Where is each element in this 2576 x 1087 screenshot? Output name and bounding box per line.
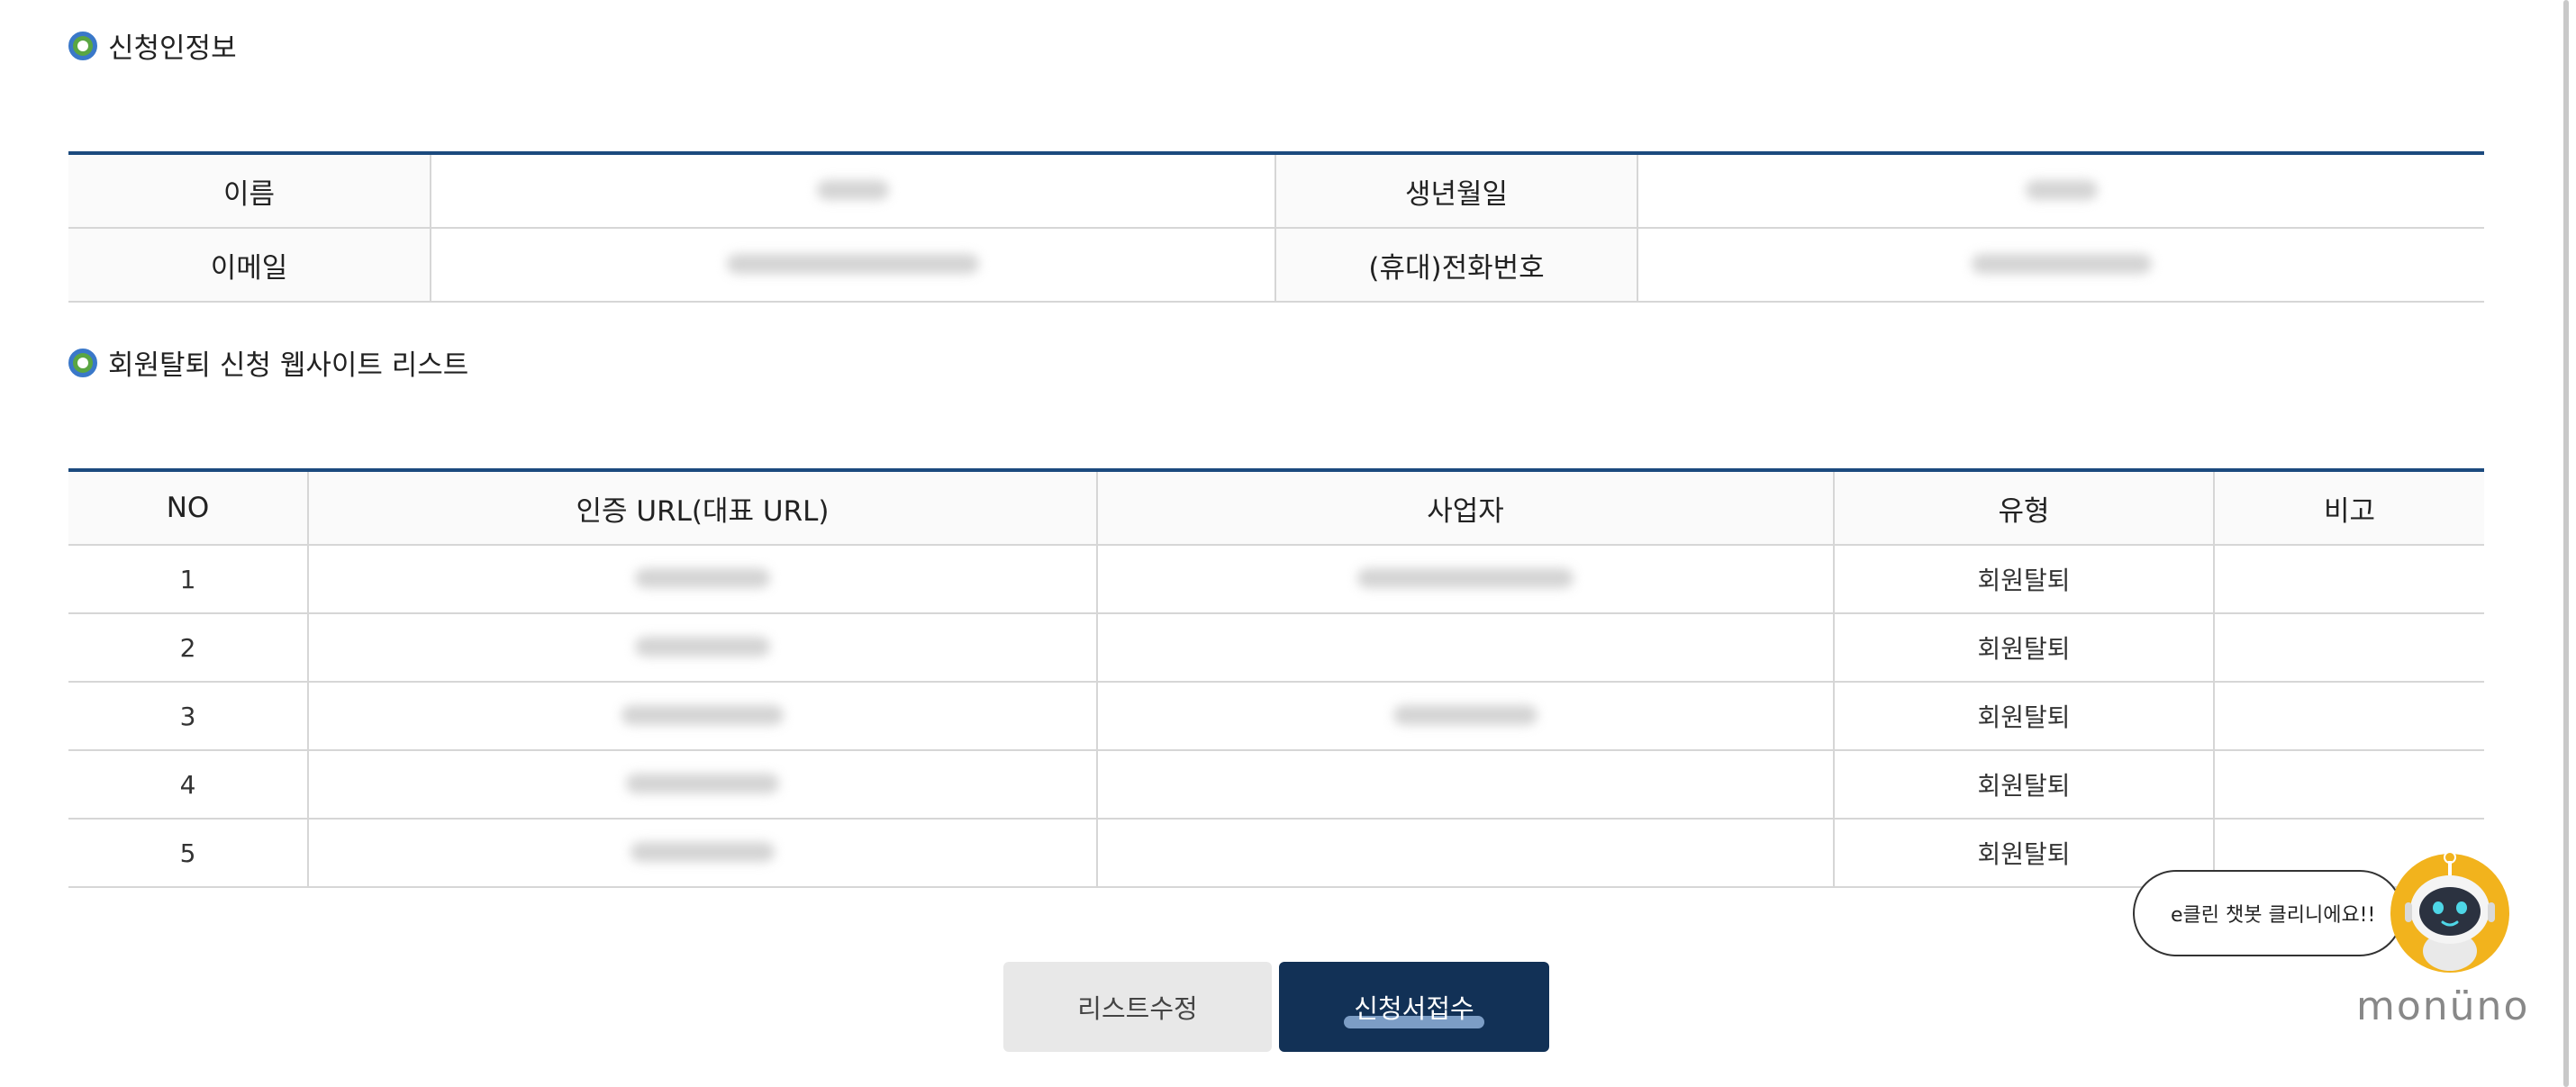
table-row: 5 회원탈퇴 bbox=[68, 819, 2484, 888]
applicant-row-1: 이름 생년월일 bbox=[68, 153, 2484, 229]
redacted-value bbox=[626, 773, 779, 793]
chatbot-bubble[interactable]: e클린 챗봇 클리니에요!! bbox=[2133, 870, 2414, 956]
birthdate-value bbox=[1637, 153, 2484, 229]
row-no: 5 bbox=[68, 819, 308, 888]
website-section-title-text: 회원탈퇴 신청 웹사이트 리스트 bbox=[108, 349, 469, 382]
edit-list-button[interactable]: 리스트수정 bbox=[1003, 962, 1272, 1052]
row-note bbox=[2213, 750, 2484, 820]
bullet-icon bbox=[68, 31, 97, 60]
row-url bbox=[307, 682, 1097, 751]
table-row: 2 회원탈퇴 bbox=[68, 613, 2484, 683]
row-no: 1 bbox=[68, 545, 308, 614]
row-no: 4 bbox=[68, 750, 308, 820]
website-list-table: NO 인증 URL(대표 URL) 사업자 유형 비고 1 회원탈퇴 2 회원탈… bbox=[68, 468, 2484, 888]
applicant-section-title: 신청인정보 bbox=[68, 25, 237, 66]
row-business bbox=[1096, 682, 1834, 751]
row-note bbox=[2213, 682, 2484, 751]
applicant-row-2: 이메일 (휴대)전화번호 bbox=[68, 228, 2484, 303]
row-url bbox=[307, 750, 1097, 820]
row-type: 회원탈퇴 bbox=[1833, 545, 2214, 614]
redacted-value bbox=[1393, 704, 1537, 725]
row-type: 회원탈퇴 bbox=[1833, 613, 2214, 683]
phone-label: (휴대)전화번호 bbox=[1274, 228, 1637, 303]
row-no: 3 bbox=[68, 682, 308, 751]
row-url bbox=[307, 613, 1097, 683]
redacted-value bbox=[635, 636, 770, 657]
chatbot-robot-icon[interactable] bbox=[2387, 850, 2513, 976]
table-row: 4 회원탈퇴 bbox=[68, 750, 2484, 820]
website-section-title: 회원탈퇴 신청 웹사이트 리스트 bbox=[68, 342, 468, 383]
submit-button-label: 신청서접수 bbox=[1354, 993, 1474, 1024]
applicant-section-title-text: 신청인정보 bbox=[108, 32, 237, 65]
name-value bbox=[430, 153, 1275, 229]
redacted-value bbox=[630, 841, 775, 862]
redacted-value bbox=[621, 704, 784, 725]
row-business bbox=[1096, 819, 1834, 888]
table-header-row: NO 인증 URL(대표 URL) 사업자 유형 비고 bbox=[68, 470, 2484, 546]
row-business bbox=[1096, 613, 1834, 683]
vertical-scrollbar[interactable] bbox=[2563, 0, 2569, 1087]
table-row: 1 회원탈퇴 bbox=[68, 545, 2484, 614]
row-url bbox=[307, 545, 1097, 614]
redacted-value bbox=[817, 180, 889, 200]
table-row: 3 회원탈퇴 bbox=[68, 682, 2484, 751]
bullet-icon bbox=[68, 348, 97, 377]
redacted-value bbox=[635, 567, 770, 588]
row-business bbox=[1096, 545, 1834, 614]
redacted-value bbox=[727, 254, 979, 274]
row-url bbox=[307, 819, 1097, 888]
chatbot-brand-logo: monüno bbox=[2356, 983, 2530, 1029]
column-header-no: NO bbox=[68, 470, 308, 546]
row-type: 회원탈퇴 bbox=[1833, 750, 2214, 820]
row-type: 회원탈퇴 bbox=[1833, 682, 2214, 751]
column-header-type: 유형 bbox=[1833, 470, 2214, 546]
redacted-value bbox=[2025, 180, 2098, 200]
email-value bbox=[430, 228, 1275, 303]
chatbot-bubble-text: e클린 챗봇 클리니에요!! bbox=[2171, 904, 2376, 927]
name-label: 이름 bbox=[68, 153, 431, 229]
row-note bbox=[2213, 613, 2484, 683]
row-note bbox=[2213, 545, 2484, 614]
applicant-info-table: 이름 생년월일 이메일 (휴대)전화번호 bbox=[68, 151, 2484, 303]
email-label: 이메일 bbox=[68, 228, 431, 303]
phone-value bbox=[1637, 228, 2484, 303]
row-business bbox=[1096, 750, 1834, 820]
redacted-value bbox=[1971, 254, 2152, 274]
birthdate-label: 생년월일 bbox=[1274, 153, 1637, 229]
row-no: 2 bbox=[68, 613, 308, 683]
column-header-url: 인증 URL(대표 URL) bbox=[307, 470, 1097, 546]
column-header-business: 사업자 bbox=[1096, 470, 1834, 546]
column-header-note: 비고 bbox=[2213, 470, 2484, 546]
submit-application-button[interactable]: 신청서접수 bbox=[1279, 962, 1549, 1052]
redacted-value bbox=[1357, 567, 1574, 588]
